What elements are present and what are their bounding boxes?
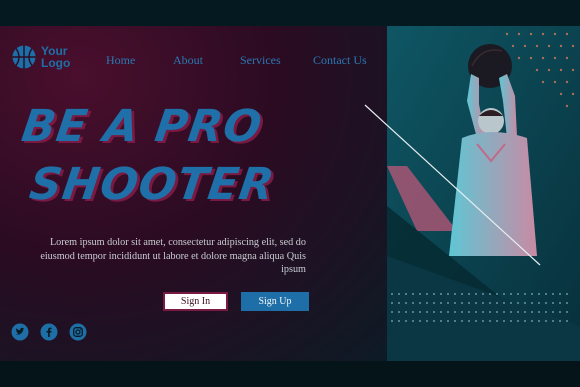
logo[interactable]: Your Logo [11,44,71,70]
twitter-icon[interactable] [11,323,29,341]
diagonal-line [364,104,541,266]
nav-home[interactable]: Home [106,53,135,68]
instagram-icon[interactable] [69,323,87,341]
landing-page: Your Logo Home About Services Contact Us… [0,0,580,387]
nav-services[interactable]: Services [240,53,281,68]
hero-description: Lorem ipsum dolor sit amet, consectetur … [40,237,306,275]
logo-text: Your Logo [41,45,71,69]
hero-headline: BE A PRO SHOOTER [10,98,287,214]
social-links [11,323,87,341]
sign-up-button[interactable]: Sign Up [241,292,309,311]
sign-in-button[interactable]: Sign In [163,292,228,311]
top-band [0,0,580,26]
facebook-icon[interactable] [40,323,58,341]
nav-about[interactable]: About [173,53,203,68]
logo-line-2: Logo [41,56,71,70]
nav-contact-us[interactable]: Contact Us [313,53,367,68]
basketball-icon [12,45,36,69]
headline-line-1: BE A PRO [18,101,266,152]
headline-line-2: SHOOTER [26,159,278,210]
bottom-band [0,361,580,387]
